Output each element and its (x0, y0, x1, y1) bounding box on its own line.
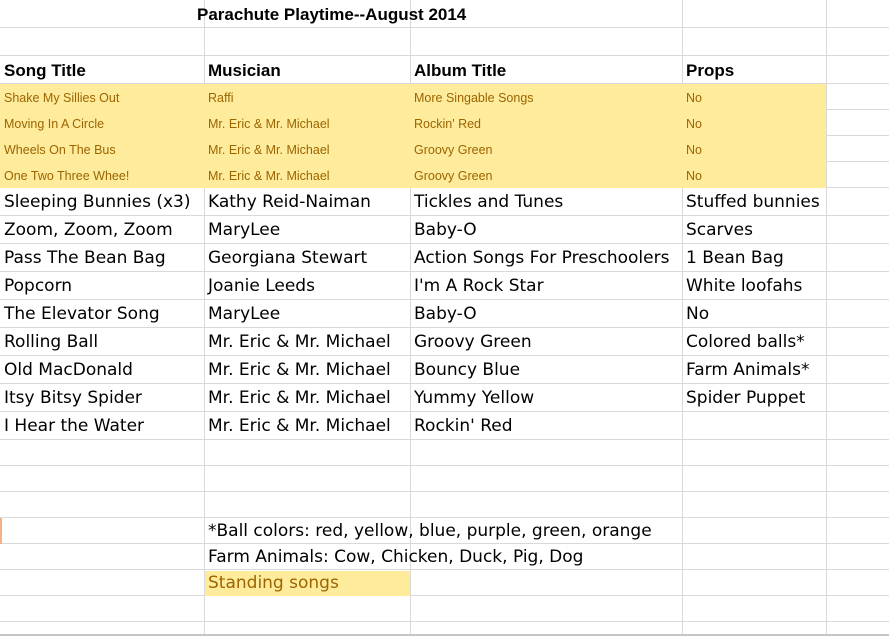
cell-props[interactable]: 1 Bean Bag (686, 248, 784, 268)
row-divider (0, 517, 889, 518)
cell-musician[interactable]: Mr. Eric & Mr. Michael (208, 360, 391, 380)
cell-musician[interactable]: MaryLee (208, 304, 280, 324)
row-divider (0, 439, 889, 440)
cell-props[interactable]: No (686, 117, 702, 131)
cell-album-title[interactable]: Yummy Yellow (414, 388, 534, 408)
cell-musician[interactable]: Kathy Reid-Naiman (208, 192, 371, 212)
cell-album-title[interactable]: I'm A Rock Star (414, 276, 544, 296)
spreadsheet-grid[interactable]: Parachute Playtime--August 2014 Song Tit… (0, 0, 889, 636)
cell-props[interactable]: No (686, 169, 702, 183)
header-musician[interactable]: Musician (208, 61, 281, 81)
cell-musician[interactable]: Mr. Eric & Mr. Michael (208, 143, 330, 157)
row-divider (0, 299, 889, 300)
cell-props[interactable]: No (686, 304, 709, 324)
column-divider (826, 0, 827, 636)
cell-album-title[interactable]: Rockin' Red (414, 416, 513, 436)
header-song-title[interactable]: Song Title (4, 61, 86, 81)
note-ball-colors[interactable]: *Ball colors: red, yellow, blue, purple,… (208, 521, 652, 541)
row-divider (0, 55, 889, 56)
cell-song-title[interactable]: Old MacDonald (4, 360, 133, 380)
row-divider (0, 569, 889, 570)
cell-album-title[interactable]: Groovy Green (414, 332, 532, 352)
cell-song-title[interactable]: Pass The Bean Bag (4, 248, 166, 268)
row-divider (0, 465, 889, 466)
cell-musician[interactable]: Joanie Leeds (208, 276, 315, 296)
cell-song-title[interactable]: Popcorn (4, 276, 72, 296)
cell-musician[interactable]: Mr. Eric & Mr. Michael (208, 169, 330, 183)
cell-album-title[interactable]: Tickles and Tunes (414, 192, 563, 212)
row-divider (0, 595, 889, 596)
cell-song-title[interactable]: One Two Three Whee! (4, 169, 129, 183)
row-marker (0, 518, 2, 544)
cell-props[interactable]: White loofahs (686, 276, 802, 296)
cell-song-title[interactable]: I Hear the Water (4, 416, 144, 436)
cell-song-title[interactable]: Itsy Bitsy Spider (4, 388, 142, 408)
header-props[interactable]: Props (686, 61, 734, 81)
cell-song-title[interactable]: Shake My Sillies Out (4, 91, 119, 105)
cell-musician[interactable]: Mr. Eric & Mr. Michael (208, 416, 391, 436)
cell-props[interactable]: No (686, 91, 702, 105)
cell-song-title[interactable]: Moving In A Circle (4, 117, 104, 131)
cell-props[interactable]: Colored balls* (686, 332, 805, 352)
row-divider (0, 215, 889, 216)
row-divider (0, 621, 889, 622)
cell-album-title[interactable]: Rockin' Red (414, 117, 481, 131)
cell-album-title[interactable]: Groovy Green (414, 143, 493, 157)
note-farm-animals[interactable]: Farm Animals: Cow, Chicken, Duck, Pig, D… (208, 547, 583, 567)
cell-album-title[interactable]: Bouncy Blue (414, 360, 520, 380)
cell-musician[interactable]: Mr. Eric & Mr. Michael (208, 388, 391, 408)
header-album-title[interactable]: Album Title (414, 61, 506, 81)
row-divider (0, 327, 889, 328)
row-divider (0, 383, 889, 384)
cell-props[interactable]: Spider Puppet (686, 388, 805, 408)
row-divider (0, 491, 889, 492)
cell-song-title[interactable]: Wheels On The Bus (4, 143, 116, 157)
cell-props[interactable]: Scarves (686, 220, 753, 240)
cell-props[interactable]: Farm Animals* (686, 360, 809, 380)
cell-album-title[interactable]: Groovy Green (414, 169, 493, 183)
cell-album-title[interactable]: Action Songs For Preschoolers (414, 248, 669, 268)
row-divider (0, 271, 889, 272)
cell-musician[interactable]: Georgiana Stewart (208, 248, 367, 268)
row-divider (0, 355, 889, 356)
cell-musician[interactable]: Mr. Eric & Mr. Michael (208, 117, 330, 131)
row-divider (0, 243, 889, 244)
cell-musician[interactable]: Mr. Eric & Mr. Michael (208, 332, 391, 352)
cell-song-title[interactable]: Sleeping Bunnies (x3) (4, 192, 191, 212)
cell-musician[interactable]: MaryLee (208, 220, 280, 240)
row-divider (0, 27, 889, 28)
sheet-title: Parachute Playtime--August 2014 (197, 5, 467, 24)
row-divider (0, 543, 889, 544)
row-divider (0, 411, 889, 412)
cell-props[interactable]: No (686, 143, 702, 157)
cell-song-title[interactable]: Rolling Ball (4, 332, 98, 352)
cell-song-title[interactable]: The Elevator Song (4, 304, 160, 324)
cell-album-title[interactable]: Baby-O (414, 220, 477, 240)
cell-album-title[interactable]: More Singable Songs (414, 91, 534, 105)
note-standing-songs[interactable]: Standing songs (208, 573, 339, 593)
cell-props[interactable]: Stuffed bunnies (686, 192, 820, 212)
cell-song-title[interactable]: Zoom, Zoom, Zoom (4, 220, 173, 240)
cell-album-title[interactable]: Baby-O (414, 304, 477, 324)
cell-musician[interactable]: Raffi (208, 91, 233, 105)
